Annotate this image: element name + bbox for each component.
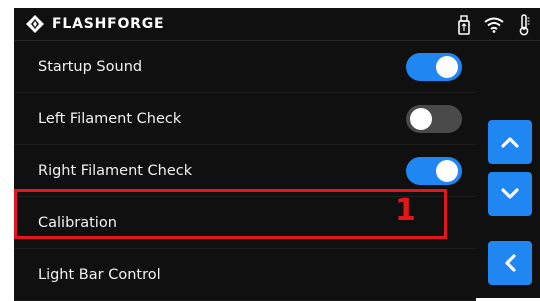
toggle-knob: [410, 107, 432, 130]
calibration-highlight-box: [14, 189, 447, 239]
setting-row-left-filament-check: Left Filament Check: [14, 93, 476, 145]
settings-list: Startup Sound Left Filament Check Right …: [14, 41, 476, 301]
setting-row-light-bar-control[interactable]: Light Bar Control: [14, 249, 476, 301]
status-bar: FLASHFORGE: [14, 8, 540, 41]
step-marker: 1: [395, 193, 416, 228]
back-button[interactable]: [488, 241, 532, 285]
setting-label: Right Filament Check: [38, 162, 193, 179]
wifi-icon: [484, 17, 504, 37]
toggle-knob: [436, 55, 458, 78]
printer-screen: FLASHFORGE Startup Sound Left Filament C…: [14, 8, 540, 301]
scroll-down-button[interactable]: [488, 172, 532, 216]
chevron-down-icon: [501, 188, 519, 199]
chevron-left-icon: [505, 254, 516, 272]
setting-label: Startup Sound: [38, 58, 143, 75]
flashforge-logo-icon: [26, 15, 44, 33]
scroll-up-button[interactable]: [488, 120, 532, 164]
toggle-knob: [436, 159, 458, 182]
left-filament-check-toggle[interactable]: [406, 104, 462, 133]
usb-drive-icon: [458, 15, 470, 39]
right-filament-check-toggle[interactable]: [406, 156, 462, 185]
setting-label: Left Filament Check: [38, 110, 182, 127]
setting-label: Light Bar Control: [38, 266, 161, 283]
thermometer-icon: [518, 14, 530, 40]
chevron-up-icon: [501, 137, 519, 148]
brand-name: FLASHFORGE: [52, 16, 165, 32]
setting-row-startup-sound: Startup Sound: [14, 41, 476, 93]
startup-sound-toggle[interactable]: [406, 52, 462, 81]
brand-logo: FLASHFORGE: [26, 15, 164, 33]
